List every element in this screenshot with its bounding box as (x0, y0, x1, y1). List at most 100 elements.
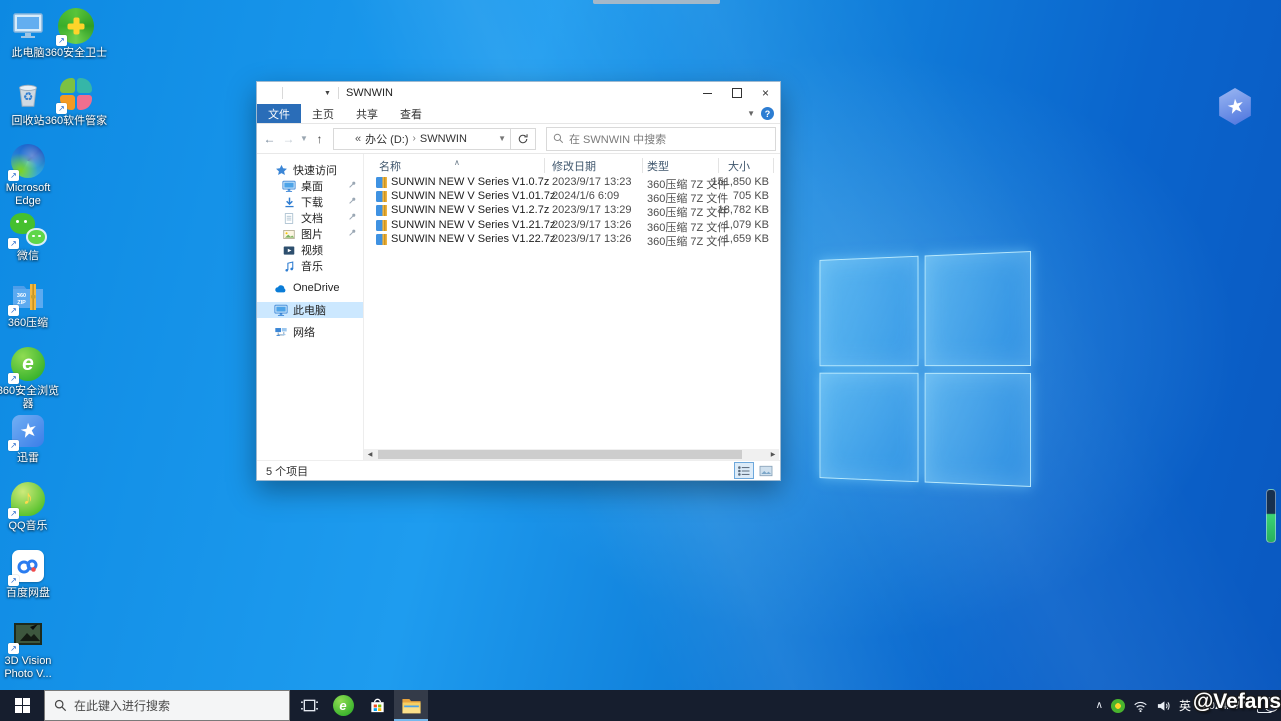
document-icon (282, 211, 296, 225)
nav-item-label: OneDrive (293, 282, 340, 294)
shortcut-arrow-icon: ↗ (8, 575, 19, 586)
maximize-button[interactable] (722, 82, 751, 104)
new-folder-icon[interactable] (306, 86, 320, 100)
scroll-left-icon[interactable]: ◀ (364, 449, 376, 460)
pin-icon[interactable] (348, 212, 357, 221)
sort-ascending-icon[interactable]: ∧ (454, 158, 460, 167)
shortcut-arrow-icon: ↗ (8, 305, 19, 316)
nav-item-桌面[interactable]: 桌面 (257, 178, 363, 194)
taskbar-button-file-explorer[interactable] (394, 690, 428, 721)
thunder-floating-icon[interactable] (1219, 88, 1251, 125)
ime-indicator[interactable]: 英 (1179, 697, 1191, 714)
file-list-pane: ∧ 名称 修改日期 类型 大小 SUNWIN NEW V Series V1.0.7z… (364, 154, 780, 460)
breadcrumb-drive[interactable]: 办公 (D:) (365, 131, 408, 147)
pin-icon[interactable] (348, 228, 357, 237)
archive-file-icon (376, 191, 387, 203)
file-row[interactable]: SUNWIN NEW V Series V1.21.7z 2023/9/17 13… (364, 219, 780, 234)
nav-item-网络[interactable]: 网络 (257, 324, 363, 340)
column-header-2[interactable]: 类型 (647, 158, 669, 174)
taskbar-search-input[interactable]: 在此键入进行搜索 (44, 690, 290, 721)
shortcut-arrow-icon: ↗ (8, 642, 19, 654)
file-row[interactable]: SUNWIN NEW V Series V1.2.7z 2023/9/17 13:… (364, 204, 780, 219)
column-separator[interactable] (718, 158, 719, 173)
refresh-button[interactable] (511, 127, 536, 150)
horizontal-scrollbar[interactable]: ◀ ▶ (364, 449, 779, 460)
acceleration-ball-widget[interactable] (1266, 489, 1276, 543)
file-row[interactable]: SUNWIN NEW V Series V1.0.7z 2023/9/17 13:… (364, 176, 780, 191)
column-separator[interactable] (773, 158, 774, 173)
column-header-3[interactable]: 大小 (728, 158, 750, 174)
nav-item-快速访问[interactable]: 快速访问 (257, 162, 363, 178)
column-separator[interactable] (642, 158, 643, 173)
scrollbar-thumb[interactable] (378, 450, 742, 459)
recycle-bin-icon: ♻ (10, 76, 46, 112)
nav-item-此电脑[interactable]: 此电脑 (257, 302, 363, 318)
column-header-1[interactable]: 修改日期 (552, 158, 596, 174)
nav-item-图片[interactable]: 图片 (257, 226, 363, 242)
nav-item-音乐[interactable]: 音乐 (257, 258, 363, 274)
volume-icon[interactable] (1156, 699, 1171, 713)
network-icon[interactable] (1133, 699, 1148, 713)
taskbar-button-store[interactable] (360, 690, 394, 721)
desktop-icon-qq-music[interactable]: ♪ ↗ QQ音乐 (0, 481, 60, 533)
close-button[interactable]: × (751, 82, 780, 104)
scroll-right-icon[interactable]: ▶ (767, 449, 779, 460)
taskbar-button-task-view[interactable] (292, 690, 326, 721)
ribbon-collapse-icon[interactable]: ▼ (747, 109, 755, 118)
recent-locations-icon[interactable]: ▼ (299, 134, 309, 143)
taskbar-button-360-browser[interactable]: e (326, 690, 360, 721)
desktop-icon-xunlei[interactable]: ↗ 迅雷 (0, 413, 60, 465)
folder-icon[interactable] (262, 86, 276, 100)
address-dropdown-icon[interactable]: ▼ (498, 134, 506, 143)
nav-item-label: 图片 (301, 229, 323, 241)
file-row[interactable]: SUNWIN NEW V Series V1.22.7z 2023/9/17 13… (364, 233, 780, 248)
shortcut-arrow-icon: ↗ (8, 170, 19, 181)
nav-item-OneDrive[interactable]: OneDrive (257, 280, 363, 296)
tab-share[interactable]: 共享 (345, 104, 389, 123)
breadcrumb-prefix: « (355, 132, 362, 145)
up-button[interactable]: ↑ (311, 132, 328, 146)
tab-file[interactable]: 文件 (257, 104, 301, 123)
pin-icon[interactable] (348, 180, 357, 189)
column-header-0[interactable]: 名称 (379, 158, 401, 174)
archive-file-icon (376, 205, 387, 217)
explorer-search-input[interactable]: 在 SWNWIN 中搜索 (546, 126, 776, 151)
address-bar[interactable]: « 办公 (D:) › SWNWIN ▼ (333, 127, 511, 150)
file-row[interactable]: SUNWIN NEW V Series V1.01.7z 2024/1/6 6:0… (364, 190, 780, 205)
properties-check-icon[interactable] (289, 86, 303, 100)
pin-icon[interactable] (348, 196, 357, 205)
separator (337, 87, 339, 99)
desktop-icon-360-browser[interactable]: e ↗ 360安全浏览器 (0, 346, 60, 411)
tab-home[interactable]: 主页 (301, 104, 345, 123)
autohide-toolbar-strip[interactable] (593, 0, 720, 4)
help-icon[interactable]: ? (761, 107, 774, 120)
desktop-icon-360-safe[interactable]: ↗ 360安全卫士 (44, 8, 108, 60)
start-button[interactable] (0, 690, 44, 721)
details-view-button[interactable] (734, 462, 754, 479)
desktop-icon-360-zip[interactable]: 360 ZIP ↗ 360压缩 (0, 278, 60, 330)
nav-item-视频[interactable]: 视频 (257, 242, 363, 258)
column-separator[interactable] (544, 158, 545, 173)
thumbnail-view-button[interactable] (756, 462, 776, 479)
file-date: 2023/9/17 13:23 (552, 176, 632, 188)
titlebar[interactable]: ▼ SWNWIN × (257, 82, 780, 104)
breadcrumb-folder[interactable]: SWNWIN (420, 133, 467, 145)
desktop-icon-360-manager[interactable]: ↗ 360软件管家 (44, 76, 108, 128)
chevron-down-icon[interactable]: ▼ (324, 90, 331, 97)
minimize-button[interactable] (693, 82, 722, 104)
store-icon (368, 696, 387, 715)
tray-chevron-up-icon[interactable]: ∧ (1096, 700, 1103, 711)
desktop-icon-3d-vision[interactable]: ↗ 3D Vision Photo V... (0, 616, 60, 681)
tray-360-icon[interactable] (1110, 698, 1125, 713)
tab-view[interactable]: 查看 (389, 104, 433, 123)
desktop-icon-wechat[interactable]: ↗ 微信 (0, 211, 60, 263)
nav-item-文档[interactable]: 文档 (257, 210, 363, 226)
archive-file-icon (376, 233, 387, 245)
desktop-icon-edge[interactable]: ↗ Microsoft Edge (0, 143, 60, 208)
back-button[interactable]: ← (261, 132, 278, 146)
desktop-icon-baidu-netdisk[interactable]: ↗ 百度网盘 (0, 548, 60, 600)
wechat-icon: ↗ (8, 211, 46, 249)
forward-button[interactable]: → (280, 132, 297, 146)
scrollbar-track[interactable] (376, 449, 767, 460)
nav-item-下载[interactable]: 下载 (257, 194, 363, 210)
